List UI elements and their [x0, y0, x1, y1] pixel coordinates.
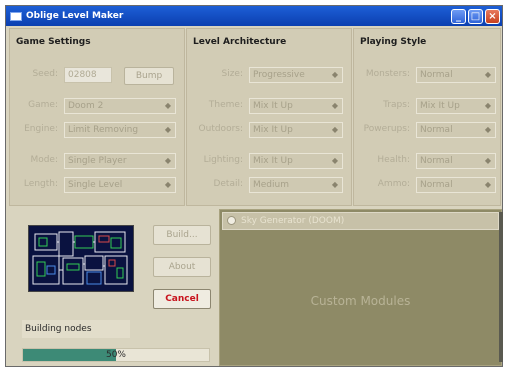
level-architecture-heading: Level Architecture [193, 37, 287, 47]
engine-label: Engine: [24, 124, 58, 134]
progress-percent: 50% [105, 350, 126, 360]
ammo-value: Normal [420, 180, 453, 190]
length-value: Single Level [68, 180, 123, 190]
monsters-value: Normal [420, 70, 453, 80]
size-select[interactable]: Progressive ◆ [249, 67, 343, 83]
size-label: Size: [221, 69, 243, 79]
build-area: Build... About Cancel Building nodes 50% [12, 209, 215, 366]
window-title: Oblige Level Maker [26, 11, 124, 21]
lighting-label: Lighting: [203, 155, 243, 165]
length-label: Length: [23, 179, 58, 189]
build-progress-bar: 50% [22, 348, 210, 362]
powerups-value: Normal [420, 125, 453, 135]
chevron-updown-icon: ◆ [331, 156, 338, 165]
powerups-label: Powerups: [363, 124, 410, 134]
outdoors-label: Outdoors: [198, 124, 243, 134]
outdoors-select[interactable]: Mix It Up ◆ [249, 122, 343, 138]
detail-label: Detail: [213, 179, 243, 189]
traps-value: Mix It Up [420, 101, 460, 111]
modules-scrollbar[interactable] [499, 212, 503, 362]
monsters-select[interactable]: Normal ◆ [416, 67, 496, 83]
game-value: Doom 2 [68, 101, 104, 111]
sky-generator-module[interactable]: Sky Generator (DOOM) [222, 212, 499, 230]
title-bar[interactable]: Oblige Level Maker _ □ × [6, 6, 502, 26]
playing-style-heading: Playing Style [360, 37, 427, 47]
chevron-updown-icon: ◆ [484, 125, 491, 134]
chevron-updown-icon: ◆ [484, 156, 491, 165]
powerups-select[interactable]: Normal ◆ [416, 122, 496, 138]
mode-select[interactable]: Single Player ◆ [64, 153, 176, 169]
map-preview-image [29, 226, 133, 291]
cancel-button[interactable]: Cancel [153, 289, 211, 309]
traps-label: Traps: [383, 100, 410, 110]
lighting-value: Mix It Up [253, 156, 293, 166]
custom-modules-panel: Sky Generator (DOOM) Custom Modules [219, 209, 503, 366]
game-settings-panel: Game Settings Seed: 02808 Bump Game: Doo… [9, 28, 185, 206]
chevron-updown-icon: ◆ [331, 125, 338, 134]
ammo-label: Ammo: [377, 179, 410, 189]
health-value: Normal [420, 156, 453, 166]
chevron-updown-icon: ◆ [484, 180, 491, 189]
main-window: Oblige Level Maker _ □ × Game Settings S… [5, 5, 503, 367]
theme-value: Mix It Up [253, 101, 293, 111]
theme-select[interactable]: Mix It Up ◆ [249, 98, 343, 114]
chevron-updown-icon: ◆ [331, 180, 338, 189]
bump-button[interactable]: Bump [124, 67, 174, 85]
chevron-updown-icon: ◆ [164, 101, 171, 110]
chevron-updown-icon: ◆ [331, 101, 338, 110]
game-settings-heading: Game Settings [16, 37, 91, 47]
monsters-label: Monsters: [365, 69, 410, 79]
maximize-icon[interactable]: □ [468, 8, 483, 24]
about-button[interactable]: About [153, 257, 211, 277]
chevron-updown-icon: ◆ [164, 180, 171, 189]
chevron-updown-icon: ◆ [484, 101, 491, 110]
theme-label: Theme: [208, 100, 243, 110]
health-select[interactable]: Normal ◆ [416, 153, 496, 169]
map-preview [28, 225, 134, 292]
health-label: Health: [377, 155, 410, 165]
sky-generator-label: Sky Generator (DOOM) [241, 216, 345, 226]
detail-value: Medium [253, 180, 289, 190]
level-architecture-panel: Level Architecture Size: Progressive ◆ Th… [186, 28, 352, 206]
build-button[interactable]: Build... [153, 225, 211, 245]
module-radio-icon[interactable] [227, 216, 236, 225]
length-select[interactable]: Single Level ◆ [64, 177, 176, 193]
chevron-updown-icon: ◆ [331, 70, 338, 79]
chevron-updown-icon: ◆ [164, 156, 171, 165]
window-controls: _ □ × [451, 8, 500, 24]
chevron-updown-icon: ◆ [484, 70, 491, 79]
outdoors-value: Mix It Up [253, 125, 293, 135]
close-icon[interactable]: × [485, 8, 500, 24]
engine-value: Limit Removing [68, 125, 139, 135]
mode-value: Single Player [68, 156, 127, 166]
chevron-updown-icon: ◆ [164, 125, 171, 134]
game-select[interactable]: Doom 2 ◆ [64, 98, 176, 114]
game-label: Game: [28, 100, 58, 110]
minimize-icon[interactable]: _ [451, 8, 466, 24]
mode-label: Mode: [30, 155, 58, 165]
ammo-select[interactable]: Normal ◆ [416, 177, 496, 193]
engine-select[interactable]: Limit Removing ◆ [64, 122, 176, 138]
detail-select[interactable]: Medium ◆ [249, 177, 343, 193]
custom-modules-placeholder: Custom Modules [310, 294, 411, 308]
seed-field[interactable]: 02808 [64, 67, 112, 83]
playing-style-panel: Playing Style Monsters: Normal ◆ Traps: M… [353, 28, 501, 206]
traps-select[interactable]: Mix It Up ◆ [416, 98, 496, 114]
status-text: Building nodes [22, 320, 130, 338]
app-icon [10, 11, 22, 21]
lighting-select[interactable]: Mix It Up ◆ [249, 153, 343, 169]
seed-label: Seed: [32, 69, 58, 79]
size-value: Progressive [253, 70, 305, 80]
